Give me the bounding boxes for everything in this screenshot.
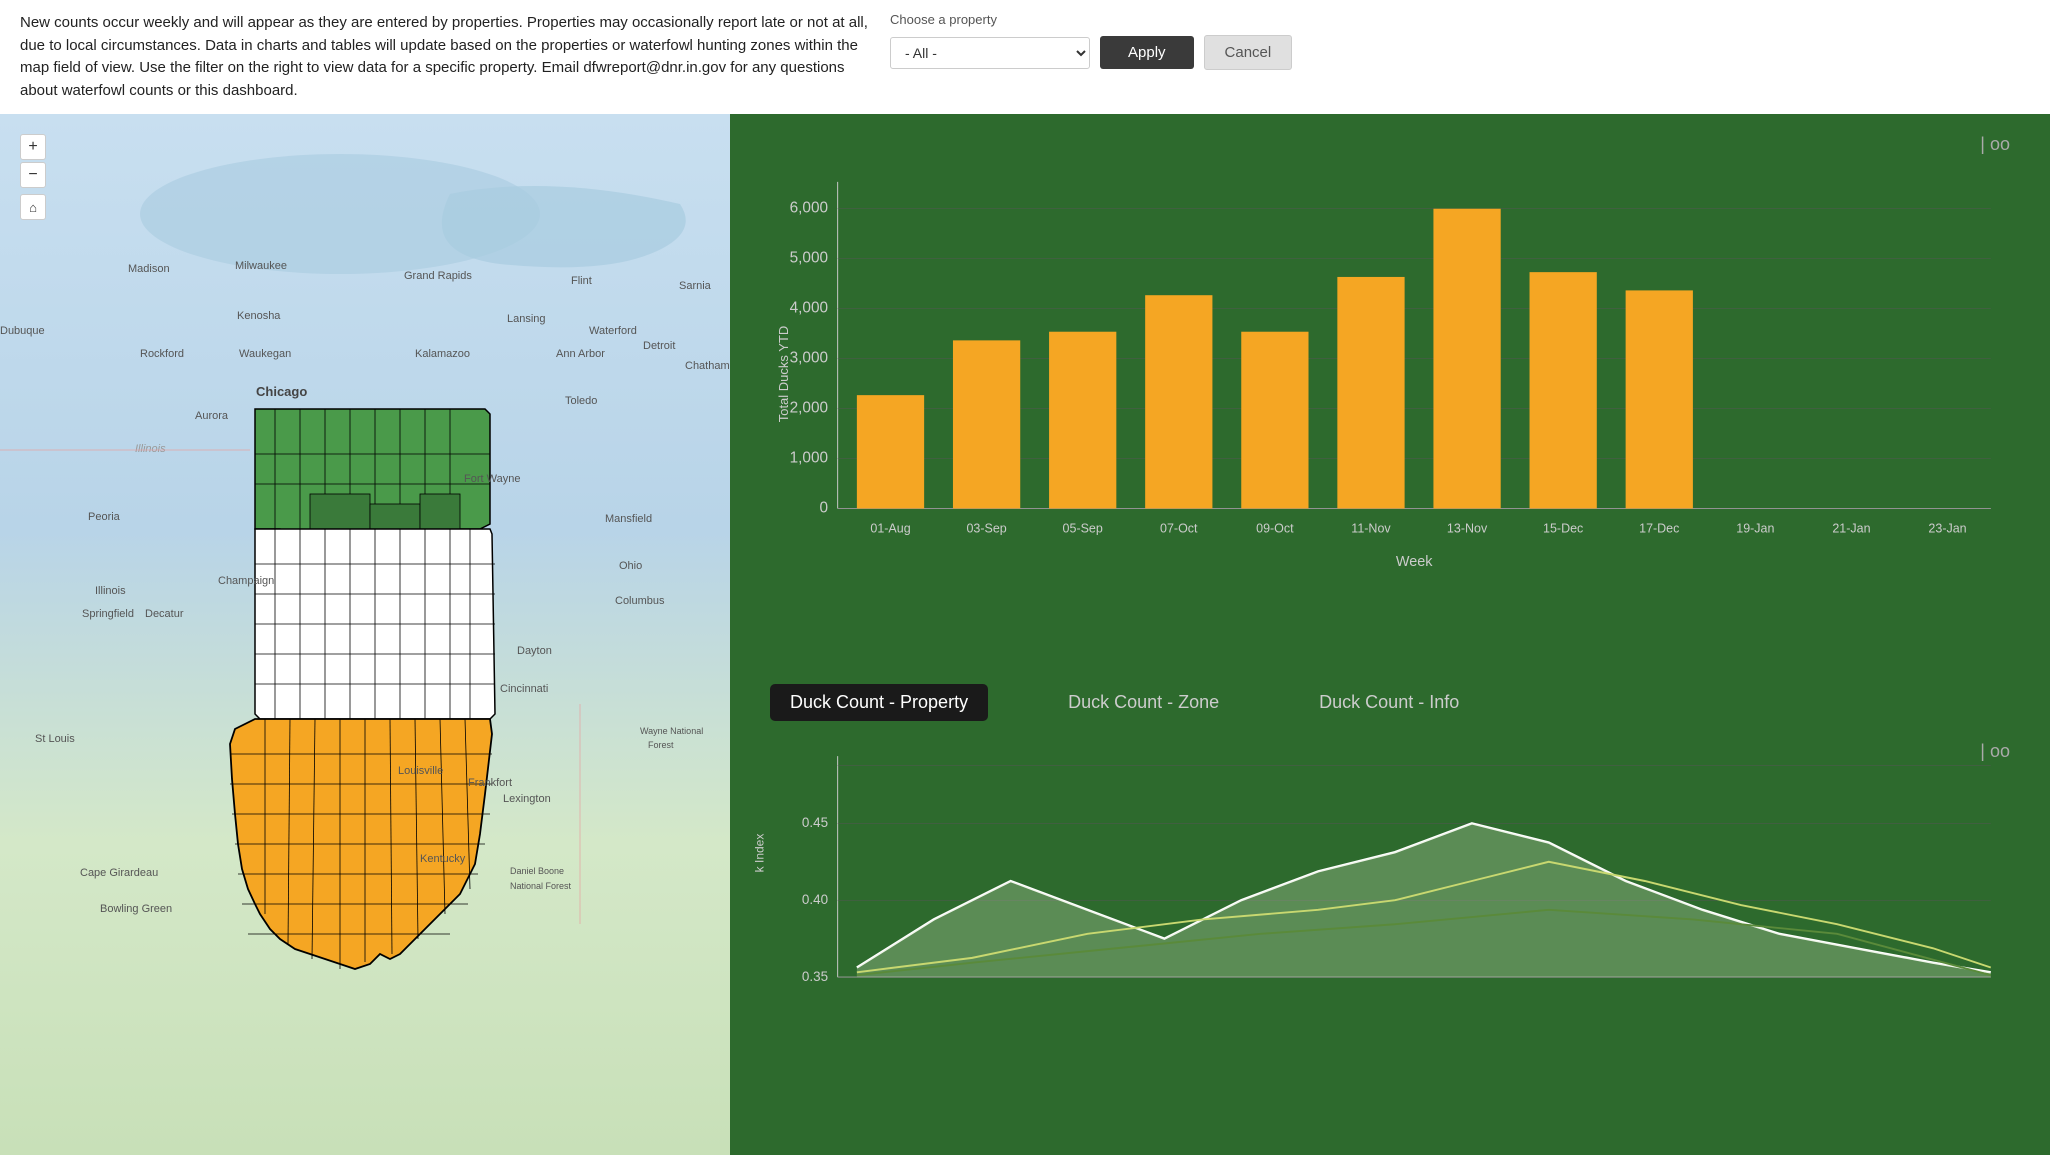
- tab-property-label: Duck Count - Property: [790, 692, 968, 712]
- svg-text:0.35: 0.35: [802, 969, 828, 984]
- svg-text:11-Nov: 11-Nov: [1351, 522, 1391, 536]
- svg-text:Daniel Boone: Daniel Boone: [510, 866, 564, 876]
- svg-text:15-Dec: 15-Dec: [1543, 522, 1583, 536]
- svg-text:Decatur: Decatur: [145, 608, 184, 620]
- description-text: New counts occur weekly and will appear …: [20, 12, 870, 102]
- svg-text:23-Jan: 23-Jan: [1928, 522, 1966, 536]
- bar-chart-svg: 0 1,000 2,000 3,000 4,000 5,000 6,000: [780, 134, 2010, 614]
- svg-text:5,000: 5,000: [790, 250, 828, 267]
- svg-text:Lansing: Lansing: [507, 313, 546, 325]
- home-button[interactable]: ⌂: [20, 194, 46, 220]
- svg-text:Milwaukee: Milwaukee: [235, 260, 287, 272]
- tab-info-label: Duck Count - Info: [1319, 692, 1459, 712]
- chart-y-label: Total Ducks YTD: [776, 326, 791, 423]
- tab-zone-label: Duck Count - Zone: [1068, 692, 1219, 712]
- svg-text:03-Sep: 03-Sep: [966, 522, 1006, 536]
- svg-text:6,000: 6,000: [790, 200, 828, 217]
- svg-text:Cape Girardeau: Cape Girardeau: [80, 867, 158, 879]
- bottom-chart-area: k Index 0.35 0.40 0.45: [780, 741, 2010, 1021]
- tabs-row: Duck Count - Property Duck Count - Zone …: [730, 674, 2050, 731]
- svg-text:17-Dec: 17-Dec: [1639, 522, 1679, 536]
- svg-text:St Louis: St Louis: [35, 733, 75, 745]
- svg-text:2,000: 2,000: [790, 399, 828, 416]
- svg-text:0.40: 0.40: [802, 892, 828, 907]
- svg-text:09-Oct: 09-Oct: [1256, 522, 1294, 536]
- chart-section: | oo Total Ducks YTD: [730, 114, 2050, 674]
- top-bar: New counts occur weekly and will appear …: [0, 0, 2050, 114]
- property-select[interactable]: - All -: [890, 37, 1090, 69]
- bottom-chart-svg: 0.35 0.40 0.45: [780, 741, 2010, 1021]
- svg-text:Bowling Green: Bowling Green: [100, 903, 172, 915]
- svg-text:Ohio: Ohio: [619, 560, 642, 572]
- svg-text:Illinois: Illinois: [135, 443, 166, 455]
- indiana-map-svg: Madison Milwaukee Grand Rapids Flint Sar…: [0, 114, 730, 1155]
- main-content: Madison Milwaukee Grand Rapids Flint Sar…: [0, 114, 2050, 1155]
- tab-duck-count-property[interactable]: Duck Count - Property: [770, 684, 988, 721]
- map-controls: + − ⌂: [20, 134, 46, 220]
- svg-text:4,000: 4,000: [790, 300, 828, 317]
- svg-text:Kalamazoo: Kalamazoo: [415, 348, 470, 360]
- tab-duck-count-info[interactable]: Duck Count - Info: [1299, 684, 1479, 721]
- svg-text:Toledo: Toledo: [565, 395, 597, 407]
- svg-text:Cincinnati: Cincinnati: [500, 683, 548, 695]
- svg-text:Sarnia: Sarnia: [679, 280, 712, 292]
- svg-text:Chatham: Chatham: [685, 360, 730, 372]
- svg-text:01-Aug: 01-Aug: [870, 522, 910, 536]
- apply-button[interactable]: Apply: [1100, 36, 1194, 69]
- top-controls: Choose a property - All - Apply Cancel: [890, 12, 1292, 70]
- chart-area: Total Ducks YTD 0 1,000: [780, 134, 2010, 614]
- svg-text:07-Oct: 07-Oct: [1160, 522, 1198, 536]
- svg-text:Kentucky: Kentucky: [420, 853, 466, 865]
- bottom-y-label: k Index: [752, 834, 766, 873]
- right-panel: | oo Total Ducks YTD: [730, 114, 2050, 1155]
- svg-text:Flint: Flint: [571, 275, 592, 287]
- svg-text:Ann Arbor: Ann Arbor: [556, 348, 605, 360]
- svg-text:Detroit: Detroit: [643, 340, 675, 352]
- zoom-out-button[interactable]: −: [20, 162, 46, 188]
- svg-text:Kenosha: Kenosha: [237, 310, 281, 322]
- controls-row: - All - Apply Cancel: [890, 35, 1292, 70]
- tab-duck-count-zone[interactable]: Duck Count - Zone: [1048, 684, 1239, 721]
- svg-text:Chicago: Chicago: [256, 384, 307, 399]
- svg-text:Dubuque: Dubuque: [0, 325, 45, 337]
- svg-text:Forest: Forest: [648, 740, 674, 750]
- svg-text:Grand Rapids: Grand Rapids: [404, 270, 472, 282]
- cancel-button[interactable]: Cancel: [1204, 35, 1293, 70]
- description-content: New counts occur weekly and will appear …: [20, 14, 868, 99]
- svg-text:Louisville: Louisville: [398, 765, 443, 777]
- svg-text:0.45: 0.45: [802, 815, 828, 830]
- svg-text:Dayton: Dayton: [517, 645, 552, 657]
- map-container: Madison Milwaukee Grand Rapids Flint Sar…: [0, 114, 730, 1155]
- map-section: Madison Milwaukee Grand Rapids Flint Sar…: [0, 114, 730, 1155]
- choose-label: Choose a property: [890, 12, 1292, 27]
- svg-text:Peoria: Peoria: [88, 511, 121, 523]
- svg-text:Madison: Madison: [128, 263, 170, 275]
- svg-text:3,000: 3,000: [790, 349, 828, 366]
- svg-text:Springfield: Springfield: [82, 608, 134, 620]
- svg-text:0: 0: [820, 499, 829, 516]
- svg-text:Fort Wayne: Fort Wayne: [464, 473, 520, 485]
- svg-text:Waukegan: Waukegan: [239, 348, 291, 360]
- svg-text:Aurora: Aurora: [195, 410, 229, 422]
- svg-text:Waterford: Waterford: [589, 325, 637, 337]
- svg-text:Wayne National: Wayne National: [640, 726, 703, 736]
- zoom-in-button[interactable]: +: [20, 134, 46, 160]
- svg-text:National Forest: National Forest: [510, 881, 572, 891]
- svg-text:19-Jan: 19-Jan: [1736, 522, 1774, 536]
- svg-text:21-Jan: 21-Jan: [1832, 522, 1870, 536]
- svg-text:13-Nov: 13-Nov: [1447, 522, 1488, 536]
- svg-text:Mansfield: Mansfield: [605, 513, 652, 525]
- svg-text:Frankfort: Frankfort: [468, 777, 512, 789]
- bottom-chart-section: | oo k Index 0.35 0.40 0.45: [730, 731, 2050, 1155]
- svg-text:Illinois: Illinois: [95, 585, 126, 597]
- svg-text:Rockford: Rockford: [140, 348, 184, 360]
- svg-text:Columbus: Columbus: [615, 595, 665, 607]
- svg-text:Champaign: Champaign: [218, 575, 274, 587]
- svg-text:Week: Week: [1396, 554, 1433, 570]
- svg-text:Lexington: Lexington: [503, 793, 551, 805]
- svg-text:05-Sep: 05-Sep: [1063, 522, 1103, 536]
- svg-text:1,000: 1,000: [790, 449, 828, 466]
